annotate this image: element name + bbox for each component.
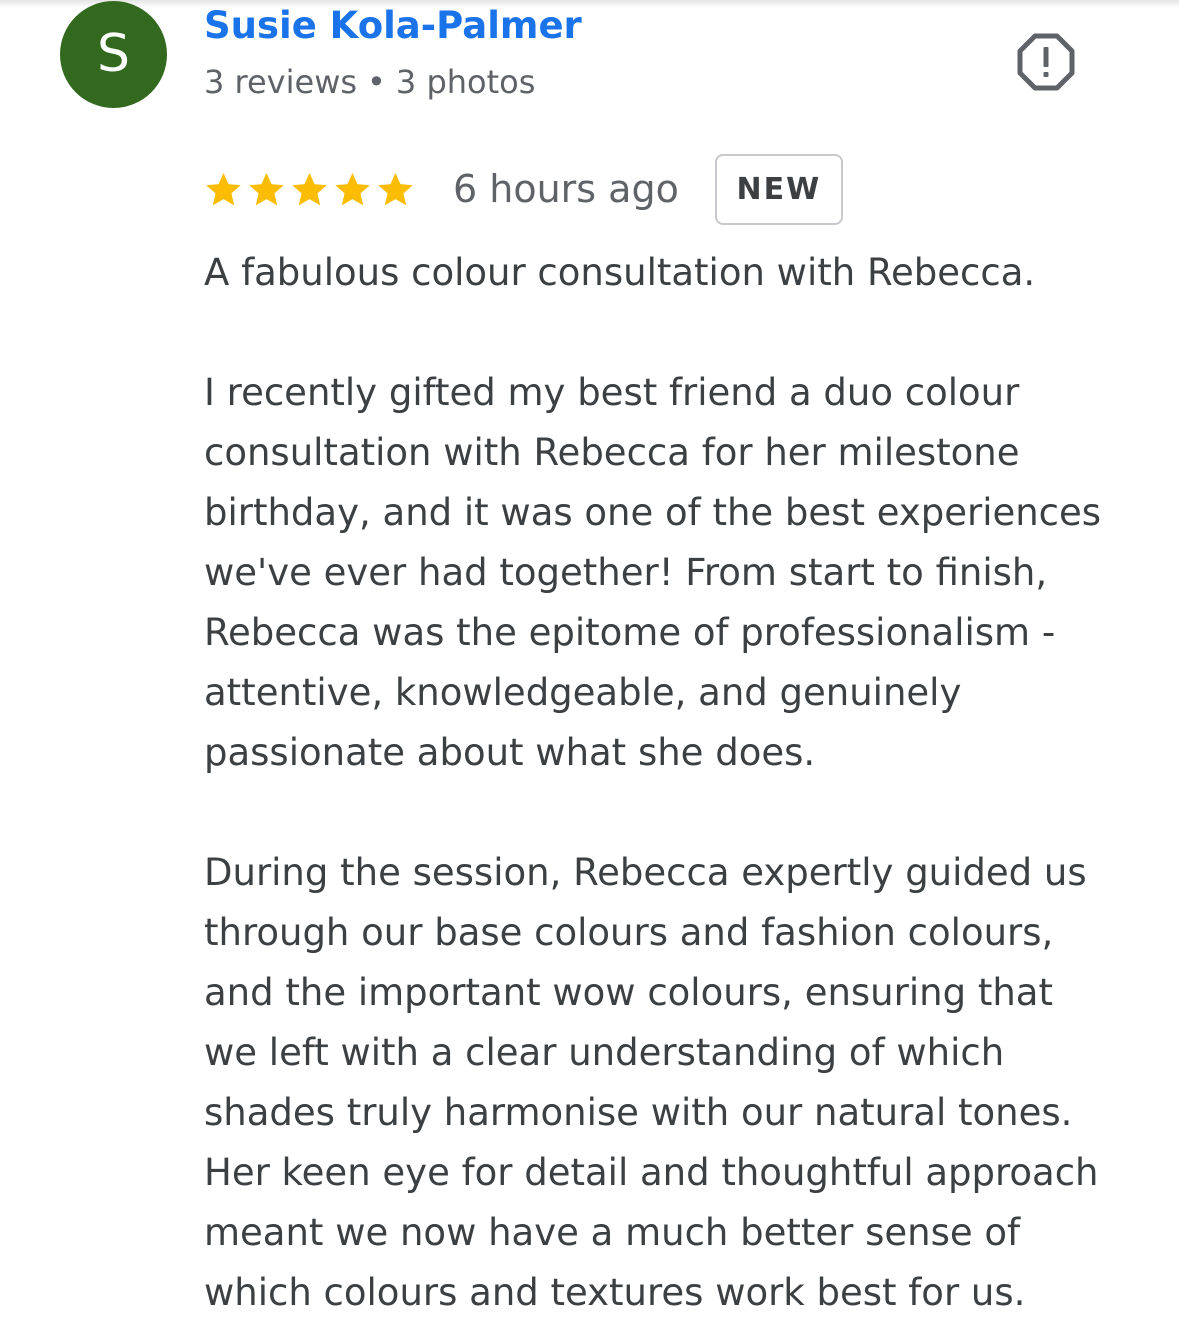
star-icon bbox=[249, 172, 284, 205]
review-line: During the session, Rebecca expertly gui… bbox=[204, 851, 1087, 894]
top-shadow bbox=[0, 0, 1179, 8]
report-button[interactable] bbox=[1014, 30, 1078, 94]
review-line: and the important wow colours, ensuring … bbox=[204, 971, 1053, 1014]
review-time: 6 hours ago bbox=[453, 167, 679, 211]
photo-count: 3 photos bbox=[395, 63, 536, 101]
review-line: shades truly harmonise with our natural … bbox=[204, 1091, 1073, 1134]
avatar[interactable]: S bbox=[60, 1, 167, 108]
star-icon bbox=[292, 172, 327, 205]
review-line: we left with a clear understanding of wh… bbox=[204, 1031, 1005, 1074]
review-line: through our base colours and fashion col… bbox=[204, 911, 1054, 954]
review-line: attentive, knowledgeable, and genuinely bbox=[204, 671, 962, 714]
reviewer-name[interactable]: Susie Kola-Palmer bbox=[204, 4, 582, 47]
review-line: Rebecca was the epitome of professionali… bbox=[204, 611, 1056, 654]
new-badge: NEW bbox=[714, 153, 843, 225]
rating-row: 6 hours ago NEW bbox=[204, 150, 843, 228]
report-flag-icon bbox=[1017, 33, 1075, 91]
review-line: which colours and textures work best for… bbox=[204, 1271, 1026, 1314]
review-line: A fabulous colour consultation with Rebe… bbox=[204, 251, 1036, 294]
review-line: birthday, and it was one of the best exp… bbox=[204, 491, 1102, 534]
review-line: passionate about what she does. bbox=[204, 731, 816, 774]
star-rating bbox=[204, 170, 415, 209]
review-line: I recently gifted my best friend a duo c… bbox=[204, 371, 1020, 414]
review-line: Her keen eye for detail and thoughtful a… bbox=[204, 1151, 1099, 1194]
review-text: A fabulous colour consultation with Rebe… bbox=[204, 243, 1144, 1323]
review-line: we've ever had together! From start to f… bbox=[204, 551, 1048, 594]
star-icon bbox=[335, 172, 370, 205]
review-card: S Susie Kola-Palmer 3 reviews • 3 photos 6… bbox=[0, 0, 1179, 1324]
reviewer-meta: 3 reviews • 3 photos bbox=[204, 63, 535, 101]
review-line: meant we now have a much better sense of bbox=[204, 1211, 1021, 1254]
meta-separator: • bbox=[367, 63, 386, 101]
star-icon bbox=[378, 172, 413, 205]
star-icon bbox=[206, 172, 241, 205]
review-line: consultation with Rebecca for her milest… bbox=[204, 431, 1020, 474]
review-count: 3 reviews bbox=[204, 63, 358, 101]
